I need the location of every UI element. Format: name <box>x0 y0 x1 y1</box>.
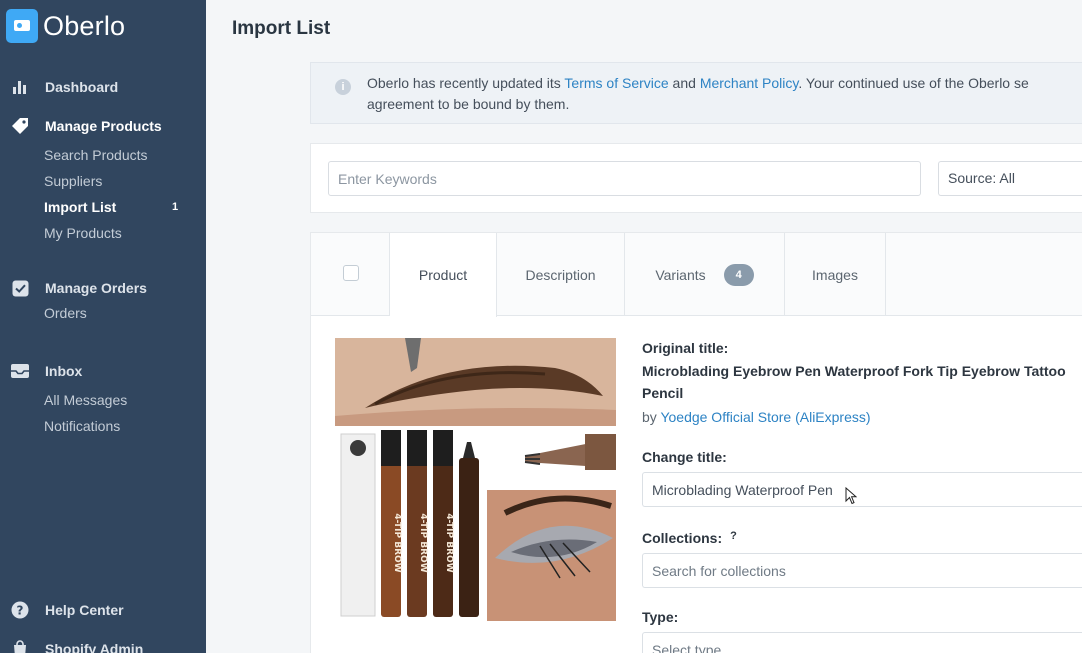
oberlo-logo-icon <box>6 9 38 43</box>
collections-help-icon[interactable]: ? <box>730 530 737 542</box>
sidebar-item-suppliers[interactable]: Suppliers <box>0 168 206 194</box>
sidebar-item-label: All Messages <box>44 392 128 408</box>
tab-label: Description <box>525 266 596 283</box>
supplier-line: by Yoedge Official Store (AliExpress) <box>642 409 871 425</box>
tab-description[interactable]: Description <box>497 233 625 316</box>
sidebar-item-label: Search Products <box>44 147 148 163</box>
sidebar: Oberlo Dashboard Manage Products Search … <box>0 0 206 653</box>
select-product-cell <box>311 233 390 315</box>
notice-text-part: and <box>668 75 700 91</box>
app-name: Oberlo <box>43 10 126 41</box>
sidebar-item-all-messages[interactable]: All Messages <box>0 387 206 413</box>
supplier-store-link[interactable]: Yoedge Official Store (AliExpress) <box>660 409 870 425</box>
sidebar-item-import-list[interactable]: Import List 1 <box>0 194 206 220</box>
sidebar-item-label: Notifications <box>44 418 121 434</box>
notice-text-part: . Your continued use of the Oberlo se <box>798 75 1029 91</box>
merchant-policy-link[interactable]: Merchant Policy <box>700 75 799 91</box>
sidebar-item-notifications[interactable]: Notifications <box>0 413 206 439</box>
tab-images[interactable]: Images <box>785 233 886 316</box>
type-select[interactable] <box>642 632 1082 653</box>
sidebar-item-search-products[interactable]: Search Products <box>0 142 206 168</box>
oberlo-logo[interactable]: Oberlo <box>6 9 125 43</box>
tab-label: Product <box>418 267 468 283</box>
notice-text-part: agreement to be bound by them. <box>367 96 570 112</box>
sidebar-item-label: Import List <box>44 199 117 215</box>
sidebar-item-label: Dashboard <box>45 79 119 95</box>
sidebar-item-label: Inbox <box>45 363 83 379</box>
tab-variants[interactable]: Variants 4 <box>625 233 785 316</box>
help-icon: ? <box>11 601 29 619</box>
svg-text:?: ? <box>17 604 24 618</box>
sidebar-item-manage-products[interactable]: Manage Products <box>0 116 206 136</box>
search-bar: Source: All <box>310 143 1082 213</box>
pen-label: 4-TIP BROW <box>392 513 402 572</box>
shopify-icon <box>11 640 29 653</box>
collections-label-text: Collections: <box>642 530 723 546</box>
source-filter-select[interactable]: Source: All <box>938 161 1082 196</box>
inbox-icon <box>11 362 29 380</box>
sidebar-item-my-products[interactable]: My Products <box>0 220 206 246</box>
sidebar-item-dashboard[interactable]: Dashboard <box>0 77 206 97</box>
policy-notice: i Oberlo has recently updated its Terms … <box>310 62 1082 124</box>
sidebar-item-label: My Products <box>44 225 122 241</box>
keyword-search-input[interactable] <box>328 161 921 196</box>
sidebar-item-orders[interactable]: Orders <box>0 300 206 326</box>
sidebar-item-label: Manage Products <box>45 118 162 134</box>
sidebar-item-inbox[interactable]: Inbox <box>0 361 206 381</box>
pen-label: 4-TIP BROW <box>418 513 428 572</box>
collections-search-input[interactable] <box>642 553 1082 588</box>
tag-icon <box>11 117 29 135</box>
variants-count-badge: 4 <box>723 263 754 286</box>
sidebar-item-label: Manage Orders <box>45 280 147 296</box>
notice-text: Oberlo has recently updated its Terms of… <box>367 73 1082 115</box>
original-title: Microblading Eyebrow Pen Waterproof Fork… <box>642 363 1066 401</box>
mouse-cursor-icon <box>845 487 857 505</box>
type-label: Type: <box>642 609 679 625</box>
tab-product[interactable]: Product <box>390 233 497 317</box>
checkbox-icon <box>11 279 29 297</box>
title-input[interactable] <box>642 472 1082 507</box>
sidebar-item-shopify-admin[interactable]: Shopify Admin <box>0 639 206 653</box>
bar-chart-icon <box>11 78 29 96</box>
tab-label: Variants <box>655 266 706 283</box>
collections-label: Collections:? <box>642 530 737 546</box>
import-list-count: 1 <box>172 201 179 213</box>
sidebar-item-manage-orders[interactable]: Manage Orders <box>0 278 206 298</box>
product-card: Product Description Variants 4 Images 4-… <box>310 232 1082 653</box>
select-product-checkbox[interactable] <box>343 265 359 281</box>
sidebar-item-label: Suppliers <box>44 173 103 189</box>
sidebar-item-label: Orders <box>44 305 87 321</box>
terms-of-service-link[interactable]: Terms of Service <box>564 75 668 91</box>
product-image[interactable]: 4-TIP BROW 4-TIP BROW 4-TIP BROW <box>335 338 616 621</box>
sidebar-item-help-center[interactable]: ? Help Center <box>0 600 206 620</box>
tab-label: Images <box>812 266 858 283</box>
info-icon: i <box>335 79 351 95</box>
page-title: Import List <box>232 18 331 39</box>
supplier-prefix: by <box>642 409 661 425</box>
notice-text-part: Oberlo has recently updated its <box>367 75 565 91</box>
pen-label: 4-TIP BROW <box>444 513 454 572</box>
change-title-label: Change title: <box>642 449 727 465</box>
sidebar-item-label: Help Center <box>45 602 124 618</box>
product-tabs: Product Description Variants 4 Images <box>311 233 1082 317</box>
sidebar-item-label: Shopify Admin <box>45 641 144 653</box>
original-title-label: Original title: <box>642 340 729 356</box>
